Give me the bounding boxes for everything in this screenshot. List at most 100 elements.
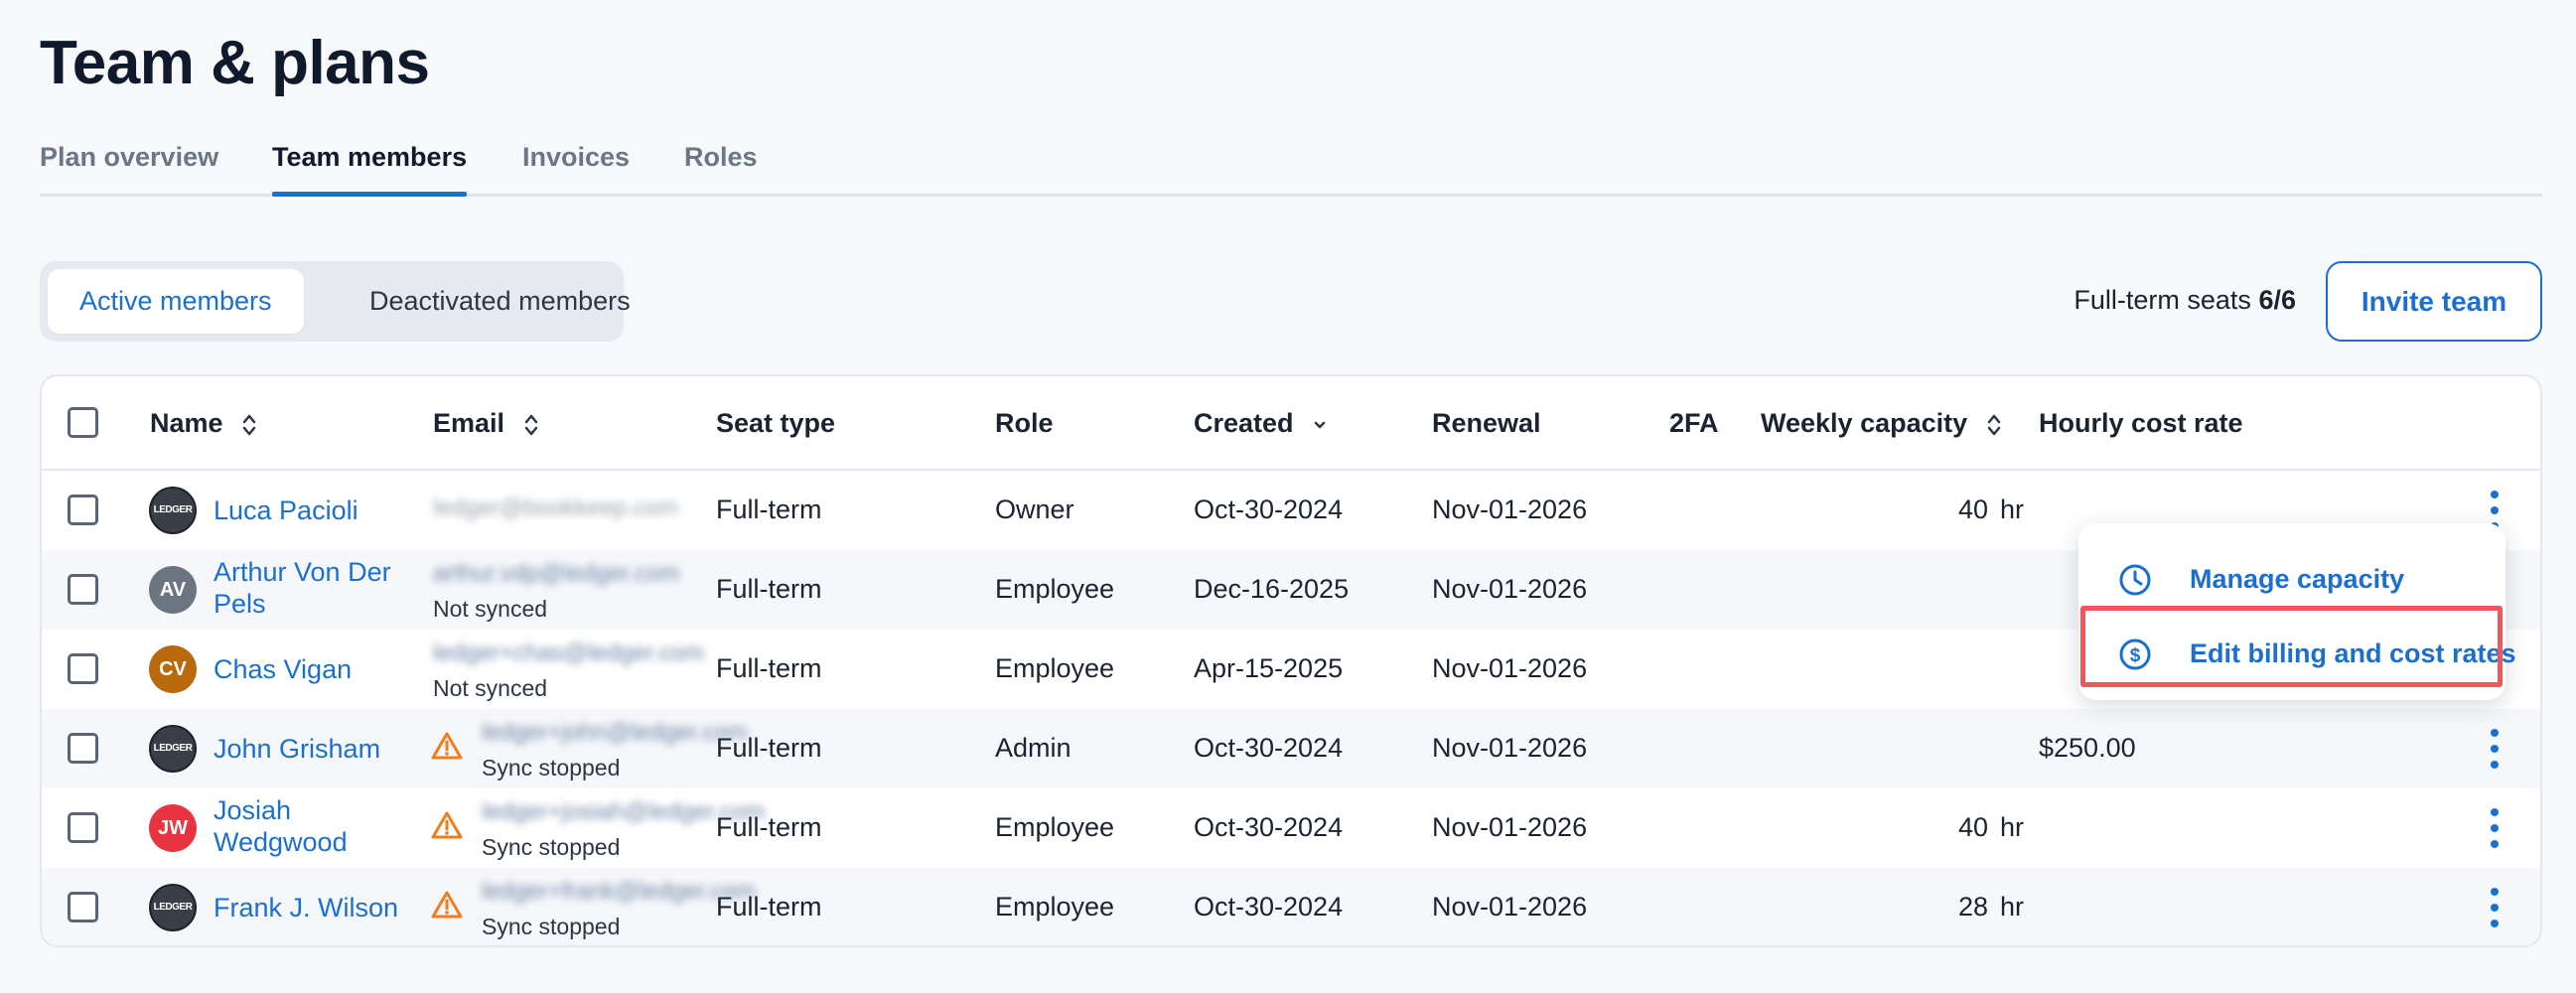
member-name-link[interactable]: Frank J. Wilson xyxy=(214,892,398,923)
row-checkbox[interactable] xyxy=(68,495,98,525)
seat-type-cell: Full-term xyxy=(716,733,822,763)
weekly-capacity-unit: hr xyxy=(2000,812,2025,842)
column-renewal: Renewal xyxy=(1432,408,1541,438)
member-email: ledger+john@ledger.com xyxy=(482,719,748,746)
role-cell: Admin xyxy=(995,733,1072,763)
sort-icon[interactable] xyxy=(524,413,538,437)
avatar-logo-text: LEDGER xyxy=(153,743,193,754)
row-checkbox[interactable] xyxy=(68,892,98,922)
created-cell: Oct-30-2024 xyxy=(1194,892,1344,922)
column-created[interactable]: Created xyxy=(1194,408,1327,439)
tab-bar: Plan overview Team members Invoices Role… xyxy=(40,141,2542,197)
member-name-link[interactable]: Arthur Von Der Pels xyxy=(214,556,412,620)
seat-count-label: Full-term seats xyxy=(2074,285,2251,315)
hourly-rate-cell: $250.00 xyxy=(2039,733,2136,763)
weekly-capacity-unit: hr xyxy=(2000,892,2025,922)
avatar-initials: AV xyxy=(159,579,187,601)
member-email: ledger+chas@ledger.com xyxy=(433,639,705,666)
member-email: ledger@bookkeep.com xyxy=(433,495,679,521)
sort-icon[interactable] xyxy=(242,413,256,437)
tab-plan-overview[interactable]: Plan overview xyxy=(40,141,218,194)
avatar: LEDGER xyxy=(149,884,197,931)
column-role: Role xyxy=(995,408,1054,438)
column-name[interactable]: Name xyxy=(150,408,256,439)
member-email: arthur.vdp@ledger.com xyxy=(433,560,680,587)
warning-icon xyxy=(431,891,463,919)
renewal-cell: Nov-01-2026 xyxy=(1432,574,1588,604)
row-checkbox[interactable] xyxy=(68,733,98,764)
seat-count-value: 6/6 xyxy=(2258,285,2296,315)
weekly-capacity-unit: hr xyxy=(2000,495,2025,524)
avatar: CV xyxy=(149,645,197,693)
created-cell: Dec-16-2025 xyxy=(1194,574,1350,604)
renewal-cell: Nov-01-2026 xyxy=(1432,653,1588,683)
avatar-initials: CV xyxy=(159,658,187,680)
renewal-cell: Nov-01-2026 xyxy=(1432,733,1588,763)
deactivated-members-button[interactable]: Deactivated members xyxy=(338,269,662,334)
created-cell: Oct-30-2024 xyxy=(1194,812,1344,842)
tab-team-members[interactable]: Team members xyxy=(272,141,468,197)
invite-team-button[interactable]: Invite team xyxy=(2326,261,2542,342)
sync-status: Sync stopped xyxy=(482,834,621,860)
column-weekly-capacity-label: Weekly capacity xyxy=(1761,408,1968,438)
seat-type-cell: Full-term xyxy=(716,653,822,683)
more-actions-icon[interactable] xyxy=(2489,808,2501,848)
created-cell: Oct-30-2024 xyxy=(1194,733,1344,763)
avatar-logo-text: LEDGER xyxy=(153,504,193,515)
seat-type-cell: Full-term xyxy=(716,812,822,842)
renewal-cell: Nov-01-2026 xyxy=(1432,495,1588,524)
avatar: JW xyxy=(149,804,197,852)
row-checkbox[interactable] xyxy=(68,574,98,605)
member-name-link[interactable]: Chas Vigan xyxy=(214,653,352,685)
column-email-label: Email xyxy=(433,408,505,438)
page-title: Team & plans xyxy=(40,29,430,97)
seat-count: Full-term seats 6/6 xyxy=(2074,285,2296,316)
sync-status: Not synced xyxy=(433,675,548,701)
table-row: JW Josiah Wedgwood ledger+josiah@ledger.co… xyxy=(42,788,2540,868)
renewal-cell: Nov-01-2026 xyxy=(1432,812,1588,842)
created-cell: Apr-15-2025 xyxy=(1194,653,1344,683)
weekly-capacity-value: 40 xyxy=(1957,495,1988,524)
avatar-logo-text: LEDGER xyxy=(153,902,193,913)
sync-status: Not synced xyxy=(433,596,548,622)
tab-invoices[interactable]: Invoices xyxy=(522,141,630,194)
avatar: LEDGER xyxy=(149,487,197,534)
member-name-link[interactable]: John Grisham xyxy=(214,733,380,765)
column-seat-type: Seat type xyxy=(716,408,836,438)
more-actions-icon[interactable] xyxy=(2489,729,2501,769)
column-name-label: Name xyxy=(150,408,223,438)
column-email[interactable]: Email xyxy=(433,408,538,439)
seat-type-cell: Full-term xyxy=(716,495,822,524)
tab-roles[interactable]: Roles xyxy=(684,141,758,194)
seat-type-cell: Full-term xyxy=(716,892,822,922)
select-all-checkbox[interactable] xyxy=(68,407,98,438)
table-row: LEDGER John Grisham ledger+john@ledger.com… xyxy=(42,709,2540,788)
avatar: LEDGER xyxy=(149,725,197,773)
member-email: ledger+frank@ledger.com xyxy=(482,878,756,905)
seat-type-cell: Full-term xyxy=(716,574,822,604)
column-hourly-cost-rate: Hourly cost rate xyxy=(2039,408,2243,438)
member-name-link[interactable]: Josiah Wedgwood xyxy=(214,794,412,858)
column-weekly-capacity[interactable]: Weekly capacity xyxy=(1761,408,2001,439)
avatar: AV xyxy=(149,566,197,614)
member-name-link[interactable]: Luca Pacioli xyxy=(214,495,358,526)
row-checkbox[interactable] xyxy=(68,812,98,843)
row-checkbox[interactable] xyxy=(68,653,98,684)
more-actions-icon[interactable] xyxy=(2489,888,2501,927)
renewal-cell: Nov-01-2026 xyxy=(1432,892,1588,922)
active-members-button[interactable]: Active members xyxy=(48,269,304,334)
manage-capacity-label: Manage capacity xyxy=(2190,564,2405,594)
column-2fa: 2FA xyxy=(1669,408,1719,438)
chevron-down-icon[interactable] xyxy=(1313,418,1327,432)
sort-icon[interactable] xyxy=(1987,413,2001,437)
weekly-capacity-value: 40 xyxy=(1957,812,1988,842)
role-cell: Employee xyxy=(995,892,1115,922)
role-cell: Employee xyxy=(995,653,1115,683)
warning-icon xyxy=(431,811,463,839)
sync-status: Sync stopped xyxy=(482,755,621,780)
weekly-capacity-value: 28 xyxy=(1957,892,1988,922)
created-cell: Oct-30-2024 xyxy=(1194,495,1344,524)
member-filter-toggle: Active members Deactivated members xyxy=(40,261,631,342)
role-cell: Employee xyxy=(995,574,1115,604)
sync-status: Sync stopped xyxy=(482,914,621,939)
